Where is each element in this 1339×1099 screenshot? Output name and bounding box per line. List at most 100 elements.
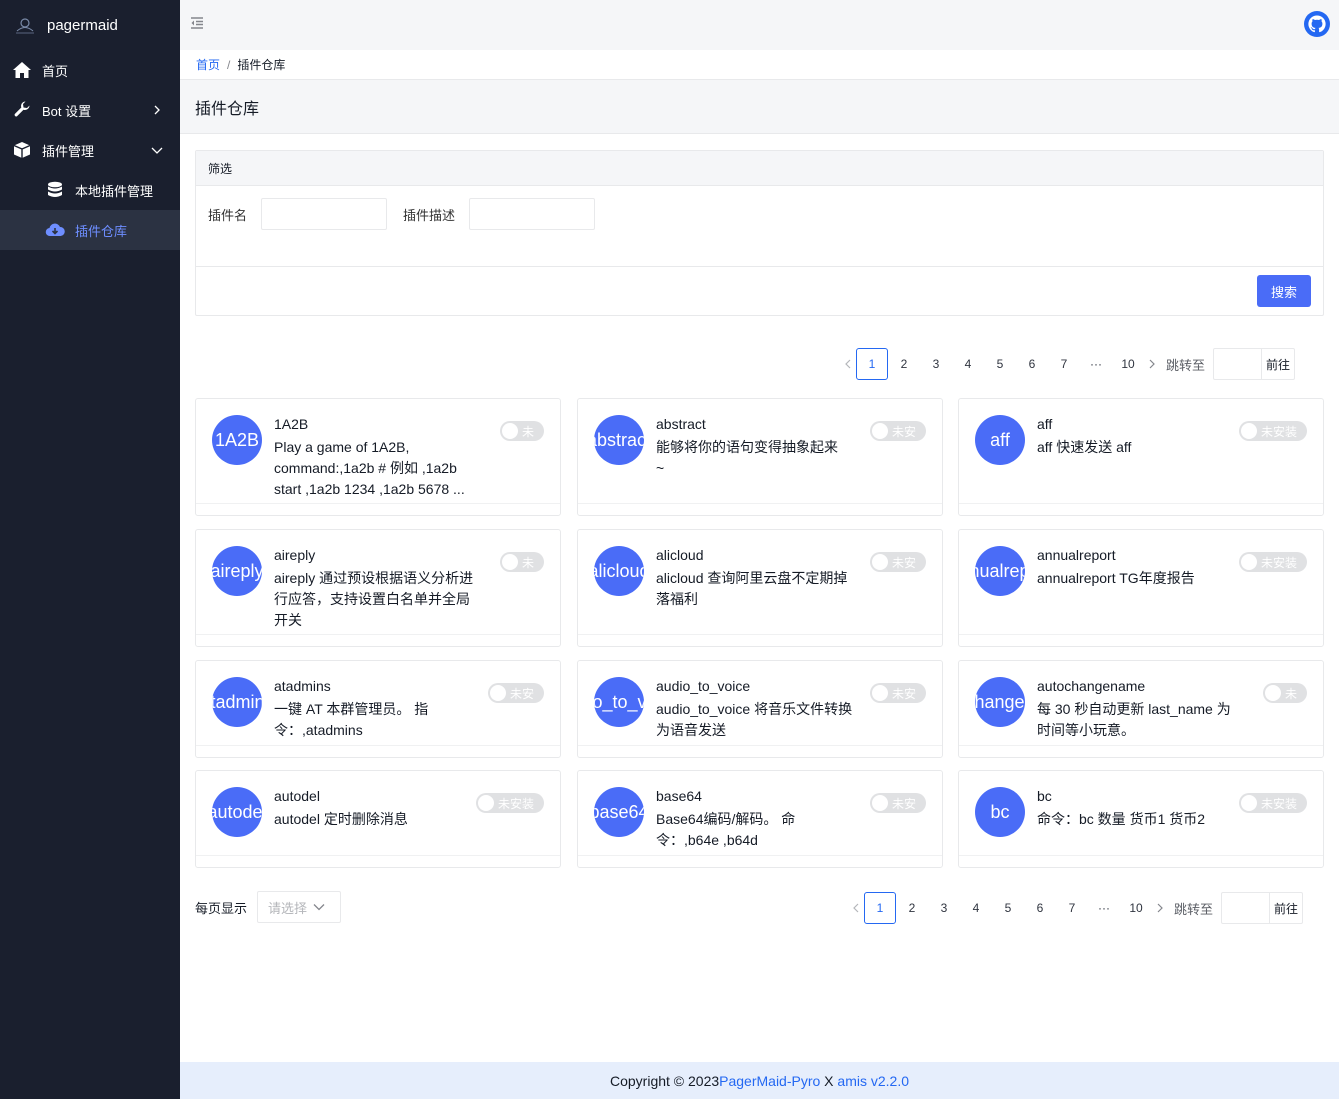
page-ellipsis[interactable]: ··· [1080,348,1112,380]
page-item[interactable]: 3 [920,348,952,380]
sidebar-item-label: 本地插件管理 [75,183,154,199]
install-toggle[interactable]: 未 [500,552,544,572]
toggle-status-label: 未 [522,555,535,570]
page-item[interactable]: 5 [992,892,1024,924]
install-toggle[interactable]: 未安装 [476,793,544,813]
plugin-avatar-text: alicloud [594,560,644,581]
brand[interactable]: pagermaid [0,0,180,50]
toggle-knob [502,554,518,570]
page-item[interactable]: 7 [1056,892,1088,924]
box-icon [12,140,32,160]
plugin-description: 命令：bc 数量 货币1 货币2 [1037,809,1205,830]
install-toggle[interactable]: 未 [500,421,544,441]
pagination-bottom: 1 2 3 4 5 6 7 ··· 10 跳转至 前往 [848,892,1304,924]
card-footer-divider [196,745,560,746]
footer-link-amis[interactable]: amis v2.2.0 [837,1073,909,1089]
sidebar-item-plugin-store[interactable]: 插件仓库 [0,210,180,250]
plugin-name-input[interactable] [261,198,388,230]
plugin-description-line: 开关 [274,612,302,628]
plugin-avatar: 1A2B [212,415,262,465]
page-item[interactable]: 7 [1048,348,1080,380]
page-item[interactable]: 10 [1112,348,1144,380]
page-item[interactable]: 10 [1120,892,1152,924]
page-ellipsis[interactable]: ··· [1088,892,1120,924]
jump-go-button[interactable]: 前往 [1270,893,1302,923]
plugin-description-line: alicloud 查询阿里云盘不定期掉 [656,570,848,586]
sidebar-item-bot-settings[interactable]: Bot 设置 [0,90,180,130]
plugin-description-line: annualreport TG年度报告 [1037,570,1195,586]
per-page-select[interactable]: 请选择 [257,891,342,923]
page-item[interactable]: 1 [856,348,888,380]
page-item[interactable]: 5 [984,348,1016,380]
plugin-avatar: alicloud [594,546,644,596]
card-footer-divider [959,745,1323,746]
sidebar-item-plugin-management[interactable]: 插件管理 [0,130,180,170]
plugin-avatar: bc [975,787,1025,837]
install-toggle[interactable]: 未安 [870,552,926,572]
plugin-description-line: ~ [656,460,665,476]
toggle-knob [1241,795,1257,811]
plugin-description-line: 行应答，支持设置白名单并全局 [274,591,470,607]
toggle-knob [872,423,888,439]
menu-fold-icon[interactable] [190,16,206,32]
sidebar-item-home[interactable]: 首页 [0,50,180,90]
plugin-description: alicloud 查询阿里云盘不定期掉 落福利 [656,568,847,610]
sidebar-item-local-plugins[interactable]: 本地插件管理 [0,170,180,210]
install-toggle[interactable]: 未安 [488,683,544,703]
plugin-card: audio_to_voice audio_to_voice audio_to_voi… [577,660,943,758]
github-icon[interactable] [1303,10,1331,38]
install-toggle[interactable]: 未安 [870,421,926,441]
install-toggle[interactable]: 未 [1263,683,1307,703]
breadcrumb-home-link[interactable]: 首页 [196,56,220,73]
prev-page-icon[interactable] [840,356,856,372]
plugin-description-line: Base64编码/解码。 命 [656,811,796,827]
toggle-status-label: 未安装 [1261,424,1298,439]
toggle-status-label: 未安 [892,686,917,701]
card-footer-divider [196,855,560,856]
page-item[interactable]: 6 [1016,348,1048,380]
plugin-avatar: autochangename [975,677,1025,727]
plugin-card: base64 base64 Base64编码/解码。 命令：,b64e ,b64d 未… [577,770,943,868]
install-toggle[interactable]: 未安装 [1239,793,1307,813]
plugin-card: bc bc 命令：bc 数量 货币1 货币2 未安装 [958,770,1324,868]
jump-go-button[interactable]: 前往 [1262,349,1294,379]
plugin-description-line: 命令：bc 数量 货币1 货币2 [1037,811,1206,827]
prev-page-icon[interactable] [848,900,864,916]
install-toggle[interactable]: 未安 [870,793,926,813]
plugin-desc-input[interactable] [469,198,596,230]
search-button[interactable]: 搜索 [1257,275,1311,307]
plugin-description: aff 快速发送 aff [1037,437,1131,458]
toggle-knob [872,685,888,701]
page-item[interactable]: 6 [1024,892,1056,924]
install-toggle[interactable]: 未安装 [1239,552,1307,572]
chevron-down-icon [150,143,164,157]
database-icon [45,180,65,200]
plugin-description-line: start ,1a2b 1234 ,1a2b 5678 ... [274,481,465,497]
plugin-avatar-text: aireply [212,560,262,581]
page-item[interactable]: 4 [952,348,984,380]
install-toggle[interactable]: 未安 [870,683,926,703]
install-toggle[interactable]: 未安装 [1239,421,1307,441]
jump-page-input[interactable] [1222,893,1271,923]
jump-label: 跳转至 [1166,357,1206,373]
page-item[interactable]: 4 [960,892,992,924]
per-page-placeholder: 请选择 [268,900,308,916]
plugin-description-line: audio_to_voice 将音乐文件转换 [656,701,853,717]
next-page-icon[interactable] [1152,900,1168,916]
jump-page-input[interactable] [1214,349,1263,379]
plugin-avatar-text: 1A2B [214,429,260,450]
toggle-knob [872,795,888,811]
next-page-icon[interactable] [1144,356,1160,372]
plugin-description-line: 时间等小玩意。 [1037,722,1135,738]
toggle-status-label: 未 [522,424,535,439]
page-item[interactable]: 1 [864,892,896,924]
card-footer-divider [196,503,560,504]
plugin-description: Play a game of 1A2B, command:,1a2b # 例如 ,… [274,437,465,500]
footer-link-pagermaid[interactable]: PagerMaid-Pyro [719,1073,820,1089]
plugin-avatar: aff [975,415,1025,465]
plugin-card: aireply aireply aireply 通过预设根据语义分析进 行应答，支持设… [195,529,561,647]
page-item[interactable]: 2 [888,348,920,380]
page-item[interactable]: 3 [928,892,960,924]
plugin-avatar: atadmins [212,677,262,727]
page-item[interactable]: 2 [896,892,928,924]
